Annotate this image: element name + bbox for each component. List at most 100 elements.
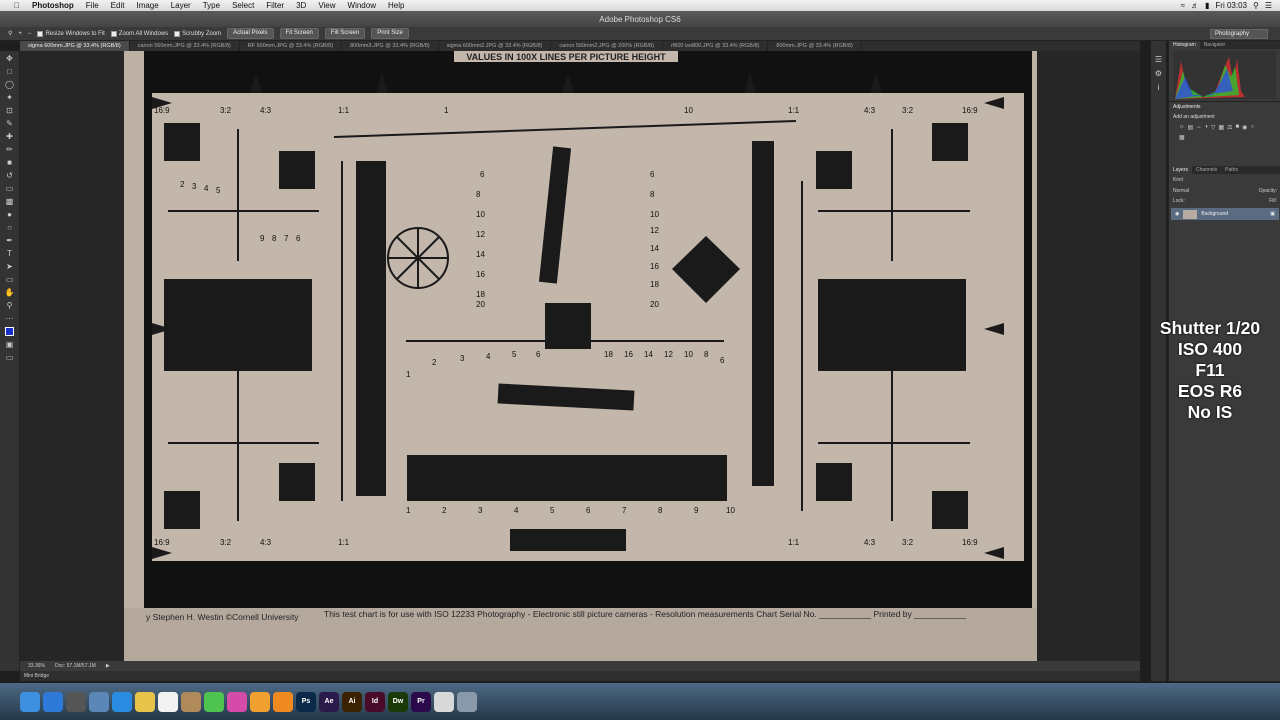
history-brush-tool-icon[interactable]: ↺ (3, 169, 17, 181)
channel-mixer-icon[interactable]: ○ (1250, 124, 1254, 131)
tab-layers[interactable]: Layers (1169, 166, 1193, 174)
layer-row[interactable]: ◉ Background ▣ (1171, 208, 1279, 220)
mini-bridge-tab[interactable]: Mini Bridge (20, 671, 1140, 681)
move-tool-icon[interactable]: ✥ (3, 52, 17, 64)
dock-app-photos-icon[interactable] (250, 691, 270, 712)
wifi-icon[interactable]: ≈ (1181, 1, 1185, 10)
battery-icon[interactable]: ▮ (1205, 1, 1209, 10)
photo-filter-icon[interactable]: ◉ (1242, 124, 1247, 131)
zoom-tool-icon[interactable]: ⚲ (3, 299, 17, 311)
menu-help[interactable]: Help (382, 0, 410, 11)
menu-window[interactable]: Window (342, 0, 382, 11)
layer-name[interactable]: Background (1201, 211, 1228, 217)
type-tool-icon[interactable]: T (3, 247, 17, 259)
brightness-icon[interactable]: ☼ (1179, 124, 1185, 131)
dock-app-mission-control-icon[interactable] (66, 691, 86, 712)
tab-document[interactable]: sigma 600mm2.JPG @ 33.4% (RGB/8) (439, 41, 552, 51)
notification-icon[interactable]: ☰ (1265, 1, 1272, 10)
tab-histogram[interactable]: Histogram (1169, 41, 1200, 49)
bw-icon[interactable]: ■ (1236, 124, 1240, 131)
marquee-tool-icon[interactable]: □ (3, 65, 17, 77)
curves-icon[interactable]: ∽ (1196, 124, 1201, 131)
opacity-label[interactable]: Opacity: (1259, 188, 1277, 194)
color-balance-icon[interactable]: ⚖ (1227, 124, 1232, 131)
more-tools-icon[interactable]: ⋯ (3, 312, 17, 324)
dodge-tool-icon[interactable]: ○ (3, 221, 17, 233)
dock-app-pr-icon[interactable]: Pr (411, 691, 431, 712)
tab-document[interactable]: rf600 iso800.JPG @ 33.4% (RGB/8) (663, 41, 769, 51)
search-icon[interactable]: ⚲ (1253, 1, 1259, 10)
adjustments-title[interactable]: Adjustments (1169, 101, 1280, 112)
color-swatches-icon[interactable] (3, 325, 17, 337)
tab-paths[interactable]: Paths (1221, 166, 1242, 174)
exposure-icon[interactable]: ◑ (1204, 124, 1208, 131)
tab-document[interactable]: RF 600mm.JPG @ 33.4% (RGB/8) (240, 41, 343, 51)
history-icon[interactable]: ☰ (1151, 55, 1166, 69)
dock-app-app-store-icon[interactable] (112, 691, 132, 712)
menu-type[interactable]: Type (197, 0, 226, 11)
doc-size[interactable]: Doc: 57.1M/57.1M (55, 663, 96, 669)
dock-app-itunes-icon[interactable] (227, 691, 247, 712)
status-arrow-icon[interactable]: ▶ (106, 663, 110, 669)
dock-app-id-icon[interactable]: Id (365, 691, 385, 712)
dock-app-ai-icon[interactable]: Ai (342, 691, 362, 712)
dock-app-safari-icon[interactable] (43, 691, 63, 712)
menu-view[interactable]: View (312, 0, 341, 11)
dock-app-finder-icon[interactable] (20, 691, 40, 712)
menu-filter[interactable]: Filter (260, 0, 290, 11)
menu-file[interactable]: File (80, 0, 105, 11)
lasso-tool-icon[interactable]: ◯ (3, 78, 17, 90)
hand-tool-icon[interactable]: ✋ (3, 286, 17, 298)
path-select-tool-icon[interactable]: ➤ (3, 260, 17, 272)
menu-select[interactable]: Select (226, 0, 260, 11)
eraser-tool-icon[interactable]: ▭ (3, 182, 17, 194)
dock-app-preview-icon[interactable] (89, 691, 109, 712)
visibility-eye-icon[interactable]: ◉ (1175, 211, 1179, 217)
actual-pixels-button[interactable]: Actual Pixels (227, 28, 274, 39)
pen-tool-icon[interactable]: ✒ (3, 234, 17, 246)
eyedropper-tool-icon[interactable]: ✎ (3, 117, 17, 129)
zoom-tool-icon[interactable]: ⚲ (8, 30, 12, 37)
fit-screen-button[interactable]: Fit Screen (279, 28, 319, 39)
hue-icon[interactable]: ▦ (1218, 124, 1224, 131)
dock-app-vlc-icon[interactable] (273, 691, 293, 712)
apple-menu-icon[interactable]:  (8, 0, 26, 11)
volume-icon[interactable]: ♬ (1191, 1, 1199, 10)
stamp-tool-icon[interactable]: ■ (3, 156, 17, 168)
dock-app-ps-icon[interactable]: Ps (296, 691, 316, 712)
shape-tool-icon[interactable]: ▭ (3, 273, 17, 285)
properties-icon[interactable]: ⚙ (1151, 69, 1166, 83)
zoom-level[interactable]: 33.36% (28, 663, 45, 669)
dock-app-messages-icon[interactable] (204, 691, 224, 712)
tab-document[interactable]: canon 560mm.JPG @ 33.4% (RGB/8) (130, 41, 240, 51)
tab-document[interactable]: 800mm3.JPG @ 33.4% (RGB/8) (342, 41, 439, 51)
fill-label[interactable]: Fill: (1269, 198, 1277, 204)
scrubby-zoom-checkbox[interactable]: Scrubby Zoom (174, 30, 221, 37)
lock-label[interactable]: Lock: (1173, 198, 1185, 204)
brush-tool-icon[interactable]: ✏ (3, 143, 17, 155)
print-size-button[interactable]: Print Size (371, 28, 409, 39)
zoom-out-icon[interactable]: − (28, 31, 32, 37)
levels-icon[interactable]: ▤ (1188, 124, 1194, 131)
tab-channels[interactable]: Channels (1192, 166, 1221, 174)
dock-app-calendar-icon[interactable] (158, 691, 178, 712)
gradient-tool-icon[interactable]: ▩ (3, 195, 17, 207)
lookup-icon[interactable]: ▦ (1179, 134, 1185, 141)
blend-mode-select[interactable]: Normal (1173, 188, 1189, 194)
tab-document[interactable]: canon 560mm2.JPG @ 200% (RGB/8) (551, 41, 663, 51)
vibrance-icon[interactable]: ▽ (1211, 124, 1216, 131)
fill-screen-button[interactable]: Fill Screen (324, 28, 366, 39)
screen-mode-icon[interactable]: ▭ (3, 351, 17, 363)
quick-mask-icon[interactable]: ▣ (3, 338, 17, 350)
workspace-select[interactable]: Photography (1209, 29, 1268, 39)
menubar-clock[interactable]: Fri 03:03 (1215, 1, 1247, 10)
resize-windows-checkbox[interactable]: Resize Windows to Fit (37, 30, 105, 37)
zoom-all-checkbox[interactable]: Zoom All Windows (110, 30, 168, 37)
tab-document[interactable]: sigma 600mm.JPG @ 33.4% (RGB/8) (20, 41, 130, 51)
zoom-in-icon[interactable]: + (18, 31, 22, 37)
menu-3d[interactable]: 3D (290, 0, 312, 11)
dock-app-dw-icon[interactable]: Dw (388, 691, 408, 712)
dock-app-trash-icon[interactable] (457, 691, 477, 712)
dock-app-chrome-icon[interactable] (434, 691, 454, 712)
canvas-area[interactable]: VALUES IN 100X LINES PER PICTURE HEIGHT (20, 51, 1140, 661)
